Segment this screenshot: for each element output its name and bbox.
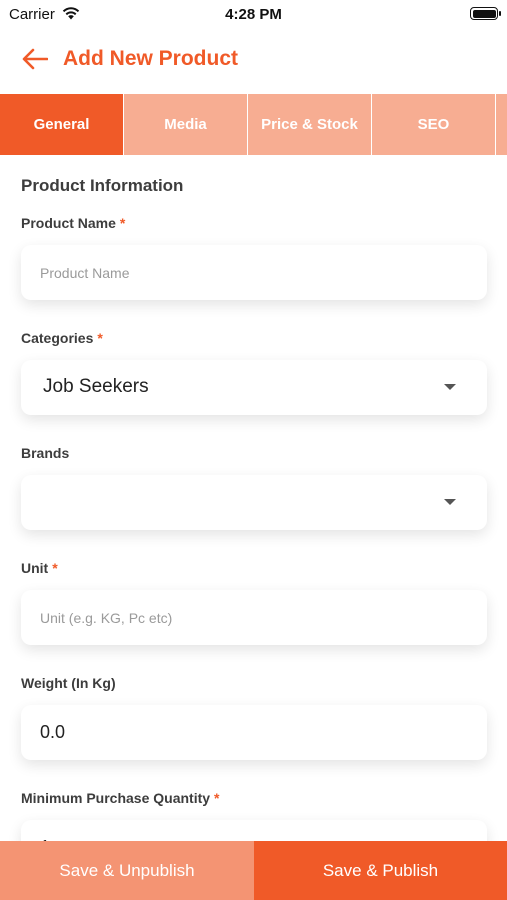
- app-header: Add New Product: [0, 40, 507, 80]
- bottom-action-bar: Save & Unpublish Save & Publish: [0, 841, 507, 900]
- status-time: 4:28 PM: [225, 6, 282, 23]
- required-mark: *: [52, 560, 58, 576]
- chevron-down-icon: [444, 499, 456, 505]
- categories-select[interactable]: Job Seekers: [21, 360, 487, 415]
- tab-general[interactable]: General: [0, 94, 123, 155]
- min-qty-label: Minimum Purchase Quantity *: [21, 790, 220, 806]
- tab-price-stock[interactable]: Price & Stock: [248, 94, 371, 155]
- product-name-label-text: Product Name: [21, 215, 116, 231]
- tab-seo[interactable]: SEO: [372, 94, 495, 155]
- product-name-field: [21, 245, 487, 300]
- brands-select[interactable]: [21, 475, 487, 530]
- weight-label-text: Weight (In Kg): [21, 675, 116, 691]
- categories-label: Categories *: [21, 330, 103, 346]
- tab-overflow[interactable]: [496, 94, 507, 155]
- min-qty-field: [21, 820, 487, 841]
- required-mark: *: [214, 790, 220, 806]
- save-unpublish-button[interactable]: Save & Unpublish: [0, 841, 254, 900]
- unit-label: Unit *: [21, 560, 58, 576]
- tab-bar: General Media Price & Stock SEO: [0, 94, 507, 155]
- product-form: Product Information Product Name* Catego…: [0, 155, 507, 841]
- tab-media[interactable]: Media: [124, 94, 247, 155]
- unit-field: [21, 590, 487, 645]
- arrow-left-icon[interactable]: [22, 48, 48, 70]
- categories-selected-value: Job Seekers: [43, 376, 149, 397]
- min-qty-label-text: Minimum Purchase Quantity: [21, 790, 211, 806]
- brands-label: Brands: [21, 445, 69, 461]
- weight-field: [21, 705, 487, 760]
- required-mark: *: [119, 215, 126, 231]
- chevron-down-icon: [444, 384, 456, 390]
- battery-icon: [470, 7, 501, 20]
- min-qty-input[interactable]: [21, 820, 487, 841]
- status-bar: Carrier 4:28 PM: [0, 0, 507, 28]
- brands-label-text: Brands: [21, 445, 70, 461]
- categories-label-text: Categories: [21, 330, 94, 346]
- product-name-input[interactable]: [21, 245, 487, 300]
- page-title: Add New Product: [63, 47, 239, 70]
- required-mark: *: [97, 330, 103, 346]
- section-title: Product Information: [21, 176, 184, 195]
- weight-label: Weight (In Kg): [21, 675, 116, 691]
- weight-input[interactable]: [21, 705, 487, 760]
- save-publish-button[interactable]: Save & Publish: [254, 841, 507, 900]
- unit-label-text: Unit: [21, 560, 49, 576]
- product-name-label: Product Name *: [21, 215, 125, 231]
- unit-input[interactable]: [21, 590, 487, 645]
